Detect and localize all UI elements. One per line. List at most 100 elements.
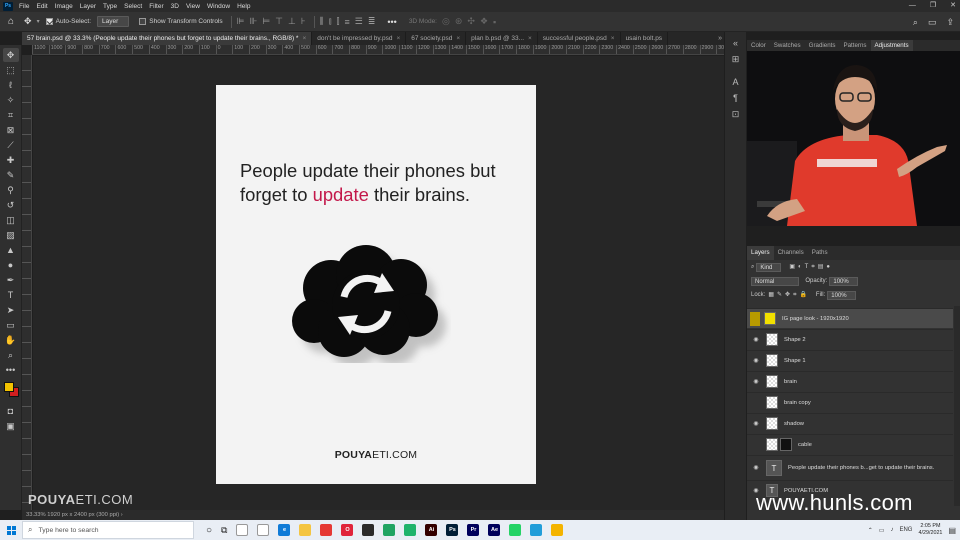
close-tab-icon[interactable]: ×	[396, 35, 400, 42]
layer-row[interactable]: ◉ T People update their phones b...get t…	[747, 455, 953, 479]
clock[interactable]: 2:05 PM 4/29/2021	[918, 523, 942, 537]
marquee-tool-icon[interactable]: ⬚	[3, 63, 19, 77]
menu-layer[interactable]: Layer	[80, 3, 96, 10]
layer-row[interactable]: ◉ brain	[747, 371, 953, 391]
rectangle-tool-icon[interactable]: ▭	[3, 318, 19, 332]
menu-window[interactable]: Window	[207, 3, 230, 10]
tab-swatches[interactable]: Swatches	[770, 40, 805, 51]
tab-channels[interactable]: Channels	[774, 246, 808, 260]
layer-row[interactable]: ◉ Shape 1	[747, 350, 953, 370]
headline-text[interactable]: People update their phones but forget to…	[240, 159, 530, 207]
tab-adjustments[interactable]: Adjustments	[870, 40, 913, 51]
eye-icon[interactable]: ◉	[750, 336, 762, 343]
home-icon[interactable]: ⌂	[8, 16, 14, 27]
eye-icon[interactable]: ◉	[750, 420, 762, 427]
network-icon[interactable]: ▭	[879, 527, 885, 534]
tab-paths[interactable]: Paths	[808, 246, 832, 260]
workspace-icon[interactable]: ▭	[928, 17, 937, 28]
color-swatches[interactable]	[3, 382, 19, 400]
blur-tool-icon[interactable]: ▲	[3, 243, 19, 257]
taskbar-app-icon[interactable]: O	[341, 524, 354, 536]
layer-row[interactable]: ◉ Shape 2	[747, 329, 953, 349]
taskbar-app-icon[interactable]	[383, 524, 396, 536]
tab-gradients[interactable]: Gradients	[805, 40, 840, 51]
menu-edit[interactable]: Edit	[36, 3, 47, 10]
close-tab-icon[interactable]: ×	[611, 35, 615, 42]
chevron-down-icon[interactable]: ▾	[37, 18, 40, 25]
taskbar-app-icon[interactable]	[320, 524, 333, 536]
history-panel-icon[interactable]: ⊞	[732, 54, 740, 65]
close-tab-icon[interactable]: ×	[528, 35, 532, 42]
magic-wand-tool-icon[interactable]: ✧	[3, 93, 19, 107]
menu-file[interactable]: File	[19, 3, 29, 10]
taskbar-app-icon[interactable]	[257, 524, 270, 536]
properties-panel-icon[interactable]: ⊡	[732, 109, 740, 120]
zoom-tool-icon[interactable]: ⌕	[3, 348, 19, 362]
layer-row[interactable]: cable	[747, 434, 953, 454]
more-options-icon[interactable]: •••	[387, 17, 396, 27]
blend-mode-dropdown[interactable]: Normal	[751, 276, 800, 286]
search-icon[interactable]: ⌕	[913, 17, 918, 28]
taskbar-app-icon[interactable]	[551, 524, 564, 536]
taskbar-app-icon[interactable]: Ae	[488, 524, 501, 536]
tab-color[interactable]: Color	[747, 40, 770, 51]
eraser-tool-icon[interactable]: ◫	[3, 213, 19, 227]
document-brand-text[interactable]: POUYAETI.COM	[216, 449, 536, 461]
layer-row[interactable]: IG page look - 1920x1920	[747, 308, 953, 328]
3d-orbit-icon[interactable]: ◎	[442, 16, 450, 27]
taskbar-app-icon[interactable]: e	[278, 524, 291, 536]
distribute-top-icon[interactable]: ≡	[344, 17, 349, 27]
lock-icons[interactable]: ▦✎✥⌗🔒	[768, 291, 810, 299]
notifications-icon[interactable]: ▤	[948, 526, 956, 535]
align-top-icon[interactable]: ⊤	[275, 16, 283, 27]
tray-overflow-icon[interactable]: ⌃	[868, 527, 873, 534]
distribute-right-icon[interactable]: ⫿	[337, 16, 340, 27]
eye-icon[interactable]: ◉	[750, 357, 762, 364]
crop-tool-icon[interactable]: ⌗	[3, 108, 19, 122]
healing-brush-tool-icon[interactable]: ✚	[3, 153, 19, 167]
taskbar-app-icon[interactable]: Ps	[446, 524, 459, 536]
type-tool-icon[interactable]: T	[3, 288, 19, 302]
distribute-center-icon[interactable]: ⫾	[329, 16, 332, 27]
taskbar-app-icon[interactable]	[236, 524, 249, 536]
foreground-color-swatch[interactable]	[3, 382, 14, 392]
menu-select[interactable]: Select	[124, 3, 142, 10]
canvas-area[interactable]: People update their phones but forget to…	[33, 56, 724, 510]
layer-filter-dropdown[interactable]: Kind	[756, 262, 782, 272]
tab-plan-b[interactable]: plan b.psd @ 33... ×	[466, 32, 538, 45]
character-panel-icon[interactable]: A	[732, 77, 738, 87]
3d-scale-icon[interactable]: ▪	[493, 17, 496, 27]
auto-select-checkbox[interactable]	[45, 18, 53, 25]
document-canvas[interactable]: People update their phones but forget to…	[216, 85, 536, 484]
volume-icon[interactable]: ♪	[890, 527, 893, 533]
menu-view[interactable]: View	[186, 3, 200, 10]
path-selection-tool-icon[interactable]: ➤	[3, 303, 19, 317]
close-tab-icon[interactable]: ×	[456, 35, 460, 42]
taskbar-app-icon[interactable]	[404, 524, 417, 536]
eye-icon[interactable]: ◉	[750, 378, 762, 385]
more-tabs-icon[interactable]: »	[718, 32, 722, 45]
more-tools-icon[interactable]: •••	[3, 363, 19, 377]
layers-scrollbar[interactable]	[954, 306, 960, 506]
tab-society[interactable]: 67 society.psd ×	[406, 32, 467, 45]
3d-roll-icon[interactable]: ⊛	[455, 16, 463, 27]
opacity-input[interactable]: 100%	[829, 276, 858, 286]
taskbar-app-icon[interactable]	[509, 524, 522, 536]
brain-cloud-refresh-icon[interactable]	[286, 243, 451, 363]
task-view-icon[interactable]: ⧉	[221, 525, 227, 536]
layer-row[interactable]: ◉ shadow	[747, 413, 953, 433]
tab-successful-people[interactable]: successful people.psd ×	[538, 32, 621, 45]
menu-type[interactable]: Type	[103, 3, 117, 10]
auto-select-dropdown[interactable]: Layer	[97, 16, 130, 27]
cortana-icon[interactable]: ○	[206, 525, 212, 536]
distribute-bottom-icon[interactable]: ≣	[368, 16, 376, 27]
screen-mode-icon[interactable]: ▣	[3, 419, 19, 433]
menu-image[interactable]: Image	[55, 3, 73, 10]
eyedropper-tool-icon[interactable]: ⟋	[3, 138, 19, 152]
history-brush-tool-icon[interactable]: ↺	[3, 198, 19, 212]
hand-tool-icon[interactable]: ✋	[3, 333, 19, 347]
paragraph-panel-icon[interactable]: ¶	[733, 93, 738, 103]
taskbar-app-icon[interactable]: Ai	[425, 524, 438, 536]
auto-select-option[interactable]: Auto-Select:	[45, 18, 91, 25]
language-indicator[interactable]: ENG	[899, 527, 912, 533]
